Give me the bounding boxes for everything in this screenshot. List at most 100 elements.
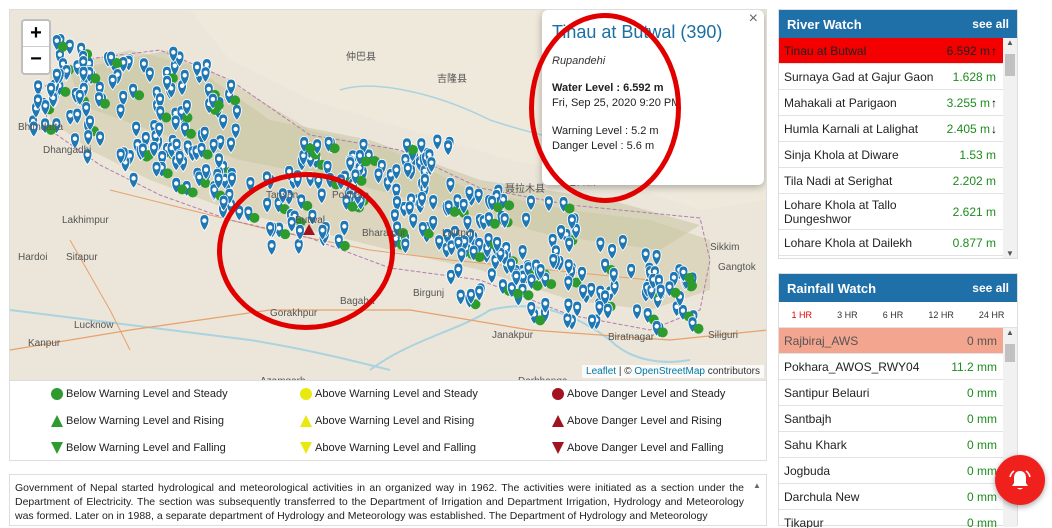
station-marker-dot <box>337 238 341 242</box>
steady-status-marker[interactable] <box>658 327 668 337</box>
steady-status-marker[interactable] <box>565 203 575 213</box>
zoom-out-button[interactable]: − <box>23 47 49 73</box>
steady-status-marker[interactable] <box>356 176 366 186</box>
river-station-row[interactable]: Lohare Khola at Tallo Dungeshwor 2.621 m <box>779 194 1017 230</box>
rainfall-station-name: Jogbuda <box>784 464 830 478</box>
rainfall-tabs: 1 HR 3 HR 6 HR 12 HR 24 HR <box>779 302 1017 328</box>
rainfall-station-row[interactable]: Sahu Khark0 mm <box>779 432 1017 458</box>
steady-status-marker[interactable] <box>60 87 70 97</box>
steady-status-marker[interactable] <box>214 100 224 110</box>
steady-status-marker[interactable] <box>513 289 523 299</box>
river-see-all-link[interactable]: see all <box>972 17 1009 31</box>
station-marker-dot <box>158 109 162 113</box>
steady-status-marker[interactable] <box>408 145 418 155</box>
station-marker-dot <box>246 210 250 214</box>
scroll-thumb[interactable] <box>1005 54 1015 76</box>
scroll-down-icon[interactable]: ▼ <box>1003 249 1017 258</box>
rainfall-station-row[interactable]: Santipur Belauri0 mm <box>779 380 1017 406</box>
rainfall-station-row[interactable]: Pokhara_AWOS_RWY0411.2 mm <box>779 354 1017 380</box>
popup-close-button[interactable]: × <box>749 10 758 28</box>
station-marker-dot <box>195 65 199 69</box>
steady-status-marker[interactable] <box>177 184 187 194</box>
steady-status-marker[interactable] <box>134 90 144 100</box>
steady-status-marker[interactable] <box>330 143 340 153</box>
steady-status-marker[interactable] <box>186 129 196 139</box>
station-marker-dot <box>446 204 450 208</box>
steady-status-marker[interactable] <box>161 112 171 122</box>
map-place-label: Lucknow <box>74 320 113 331</box>
rainfall-tab[interactable]: 6 HR <box>883 310 904 320</box>
about-scrollbar[interactable]: ▲ <box>750 479 764 493</box>
station-marker-dot <box>276 201 280 205</box>
steady-status-marker[interactable] <box>546 279 556 289</box>
river-scrollbar[interactable]: ▲ ▼ <box>1003 38 1017 258</box>
trend-arrow-icon: ↑ <box>991 96 997 110</box>
steady-status-marker[interactable] <box>450 207 460 217</box>
steady-status-marker[interactable] <box>100 99 110 109</box>
rainfall-station-row[interactable]: Jogbuda0 mm <box>779 458 1017 484</box>
steady-status-marker[interactable] <box>58 42 68 52</box>
steady-status-marker[interactable] <box>200 178 210 188</box>
river-station-row[interactable]: Humla Karnali at Lalighat 2.405 m↓ <box>779 116 1017 142</box>
steady-status-marker[interactable] <box>535 315 545 325</box>
river-station-row[interactable]: Mahakali at Parigaon 3.255 m↑ <box>779 90 1017 116</box>
legend-item: Above Danger Level and Rising <box>551 414 722 428</box>
scroll-up-icon[interactable]: ▲ <box>1003 38 1017 47</box>
station-marker-dot <box>49 86 53 90</box>
osm-link[interactable]: OpenStreetMap <box>634 366 705 377</box>
steady-status-marker[interactable] <box>188 187 198 197</box>
steady-status-marker[interactable] <box>249 213 259 223</box>
station-marker-dot <box>612 284 616 288</box>
rainfall-tab[interactable]: 12 HR <box>928 310 954 320</box>
rainfall-tab[interactable]: 3 HR <box>837 310 858 320</box>
scroll-thumb[interactable] <box>1005 344 1015 362</box>
steady-status-marker[interactable] <box>504 200 514 210</box>
station-marker-dot <box>216 177 220 181</box>
legend-item: Above Warning Level and Steady <box>299 387 478 401</box>
steady-status-marker[interactable] <box>684 273 694 283</box>
river-station-row[interactable]: Surnaya Gad at Gajur Gaon 1.628 m <box>779 64 1017 90</box>
bell-icon[interactable] <box>995 455 1045 505</box>
river-station-row[interactable]: Lohare Khola at Dailekh 0.877 m <box>779 230 1017 256</box>
steady-status-marker[interactable] <box>163 168 173 178</box>
rainfall-station-value: 0 mm <box>967 516 997 528</box>
steady-status-marker[interactable] <box>280 229 290 239</box>
steady-status-marker[interactable] <box>112 58 122 68</box>
river-station-row[interactable]: Tila Nadi at Serighat 2.202 m <box>779 168 1017 194</box>
steady-status-marker[interactable] <box>305 144 315 154</box>
scroll-up-icon[interactable]: ▲ <box>1003 328 1017 337</box>
steady-status-marker[interactable] <box>340 241 350 251</box>
river-watch-panel: River Watch see all Tinau at Butwal 6.59… <box>778 9 1018 259</box>
steady-status-marker[interactable] <box>90 73 100 83</box>
leaflet-link[interactable]: Leaflet <box>586 366 616 377</box>
station-marker-dot <box>514 274 518 278</box>
map-view[interactable]: + − 仲巴县吉隆县BhimdattaDhangadhiLakhimpurHar… <box>9 9 767 381</box>
popup-title[interactable]: Tinau at Butwal (390) <box>552 22 754 43</box>
triangle-down-icon <box>551 441 565 455</box>
rainfall-station-row[interactable]: Darchula New0 mm <box>779 484 1017 510</box>
station-marker-dot <box>498 251 502 255</box>
steady-status-marker[interactable] <box>361 157 371 167</box>
steady-status-marker[interactable] <box>533 281 543 291</box>
zoom-in-button[interactable]: + <box>23 21 49 47</box>
steady-status-marker[interactable] <box>524 290 534 300</box>
station-marker-dot <box>221 118 225 122</box>
rainfall-tab[interactable]: 1 HR <box>792 310 813 320</box>
steady-status-marker[interactable] <box>475 252 485 262</box>
steady-status-marker[interactable] <box>670 288 680 298</box>
steady-status-marker[interactable] <box>203 149 213 159</box>
station-marker-dot <box>204 167 208 171</box>
rainfall-station-row[interactable]: Santbajh0 mm <box>779 406 1017 432</box>
rainfall-station-row[interactable]: Rajbiraj_AWS0 mm <box>779 328 1017 354</box>
station-marker-dot <box>501 197 505 201</box>
map-place-label: Siliguri <box>708 330 738 341</box>
steady-status-marker[interactable] <box>230 95 240 105</box>
river-station-row[interactable]: Tinau at Butwal 6.592 m↑ <box>779 38 1017 64</box>
river-station-row[interactable]: Sinja Khola at Diware 1.53 m <box>779 142 1017 168</box>
steady-status-marker[interactable] <box>694 324 704 334</box>
rainfall-see-all-link[interactable]: see all <box>972 281 1009 295</box>
rainfall-tab[interactable]: 24 HR <box>979 310 1005 320</box>
rainfall-station-row[interactable]: Tikapur0 mm <box>779 510 1017 528</box>
steady-status-marker[interactable] <box>493 202 503 212</box>
steady-status-marker[interactable] <box>490 219 500 229</box>
